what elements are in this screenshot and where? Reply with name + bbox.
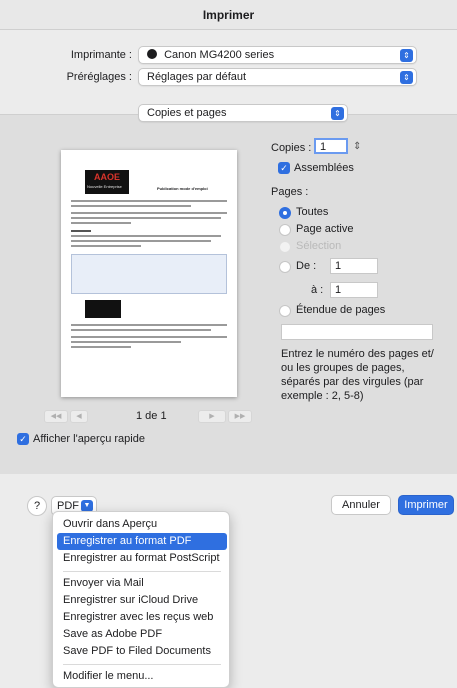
thumbnail-text-line — [71, 222, 131, 224]
presets-label: Préréglages : — [66, 71, 132, 83]
checkmark-icon: ✓ — [19, 434, 27, 444]
prev-page-button[interactable]: ◀ — [70, 410, 88, 423]
pages-active-label: Page active — [296, 223, 354, 235]
pdf-dropdown-menu: Ouvrir dans Aperçu Enregistrer au format… — [52, 511, 230, 688]
thumbnail-text-line — [71, 240, 211, 242]
pages-all-label: Toutes — [296, 206, 329, 218]
copies-label: Copies : — [271, 142, 312, 154]
first-page-button[interactable]: ◀◀ — [44, 410, 68, 423]
section-value: Copies et pages — [147, 107, 227, 119]
pages-selection-radio — [279, 241, 291, 253]
page-preview-thumbnail: AAOE Nouvelle Entreprise Publication mod… — [61, 150, 237, 397]
last-page-button[interactable]: ▶▶ — [228, 410, 252, 423]
thumbnail-logo-subtext: Nouvelle Entreprise — [87, 184, 122, 189]
chevron-updown-icon: ⇕ — [400, 71, 413, 84]
pages-extent-radio[interactable] — [279, 305, 291, 317]
copies-stepper[interactable]: ⇕ — [353, 141, 361, 152]
pages-all-radio[interactable] — [279, 207, 291, 219]
copies-field[interactable]: 1 — [314, 138, 348, 154]
menu-item-edit-menu[interactable]: Modifier le menu... — [57, 668, 227, 685]
quick-preview-checkbox[interactable]: ✓ — [17, 433, 29, 445]
thumbnail-text-line — [71, 336, 227, 338]
menu-item-save-web-receipts[interactable]: Enregistrer avec les reçus web — [57, 609, 227, 626]
menu-item-save-pdf[interactable]: Enregistrer au format PDF — [57, 533, 227, 550]
chevron-updown-icon: ⇕ — [400, 49, 413, 62]
next-page-button[interactable]: ▶ — [198, 410, 226, 423]
menu-item-save-adobe-pdf[interactable]: Save as Adobe PDF — [57, 626, 227, 643]
presets-value: Réglages par défaut — [147, 71, 247, 83]
page-range-hint-line: Entrez le numéro des pages et/ — [281, 348, 434, 360]
thumbnail-screenshot — [71, 254, 227, 294]
collated-checkbox[interactable]: ✓ — [278, 162, 290, 174]
menu-item-open-preview[interactable]: Ouvrir dans Aperçu — [57, 516, 227, 533]
thumbnail-logo: AAOE Nouvelle Entreprise — [85, 170, 129, 194]
thumbnail-heading: Publication mode d'emploi — [157, 186, 208, 191]
checkmark-icon: ✓ — [280, 163, 288, 173]
page-range-hint-line: exemple : 2, 5-8) — [281, 390, 364, 402]
thumbnail-text-line — [71, 205, 191, 207]
thumbnail-text-line — [71, 235, 221, 237]
menu-separator — [63, 571, 221, 572]
printer-label: Imprimante : — [70, 49, 132, 61]
range-to-field[interactable]: 1 — [330, 282, 378, 298]
page-range-hint-line: séparés par des virgules (par — [281, 376, 424, 388]
printer-popup[interactable]: Canon MG4200 series ⇕ — [138, 46, 417, 64]
thumbnail-text-line — [71, 329, 211, 331]
thumbnail-text-line — [71, 200, 227, 202]
page-indicator: 1 de 1 — [136, 410, 167, 422]
range-from-field[interactable]: 1 — [330, 258, 378, 274]
print-button[interactable]: Imprimer — [398, 495, 454, 515]
thumbnail-text-line — [71, 217, 221, 219]
presets-popup[interactable]: Réglages par défaut ⇕ — [138, 68, 417, 86]
thumbnail-text-line — [71, 212, 227, 214]
page-range-input[interactable] — [281, 324, 433, 340]
printer-value: Canon MG4200 series — [164, 49, 275, 61]
menu-item-send-mail[interactable]: Envoyer via Mail — [57, 575, 227, 592]
pages-range-radio[interactable] — [279, 261, 291, 273]
thumbnail-text-line — [71, 346, 131, 348]
thumbnail-text-line — [71, 230, 91, 232]
thumbnail-logo-text: AAOE — [94, 172, 121, 182]
collated-label: Assemblées — [294, 162, 354, 174]
pages-label: Pages : — [271, 186, 309, 198]
help-button[interactable]: ? — [27, 496, 47, 516]
pages-selection-label: Sélection — [296, 240, 342, 252]
page-range-hint-line: ou les groupes de pages, — [281, 362, 405, 374]
range-from-label: De : — [296, 260, 317, 272]
thumbnail-logo-small — [85, 300, 121, 318]
quick-preview-label: Afficher l'aperçu rapide — [33, 433, 145, 445]
thumbnail-text-line — [71, 245, 141, 247]
chevron-updown-icon: ⇕ — [353, 141, 362, 152]
menu-item-save-postscript[interactable]: Enregistrer au format PostScript — [57, 550, 227, 567]
pages-extent-label: Étendue de pages — [296, 304, 386, 316]
menu-item-save-icloud[interactable]: Enregistrer sur iCloud Drive — [57, 592, 227, 609]
cancel-button[interactable]: Annuler — [331, 495, 391, 515]
range-to-label: à : — [311, 284, 324, 296]
pages-active-radio[interactable] — [279, 224, 291, 236]
menu-item-save-filed-documents[interactable]: Save PDF to Filed Documents — [57, 643, 227, 660]
printer-icon — [147, 49, 157, 59]
menu-separator — [63, 664, 221, 665]
thumbnail-text-line — [71, 341, 181, 343]
thumbnail-text-line — [71, 324, 227, 326]
window-title: Imprimer — [0, 0, 457, 30]
chevron-updown-icon: ⇕ — [331, 107, 344, 120]
section-popup[interactable]: Copies et pages ⇕ — [138, 104, 348, 122]
